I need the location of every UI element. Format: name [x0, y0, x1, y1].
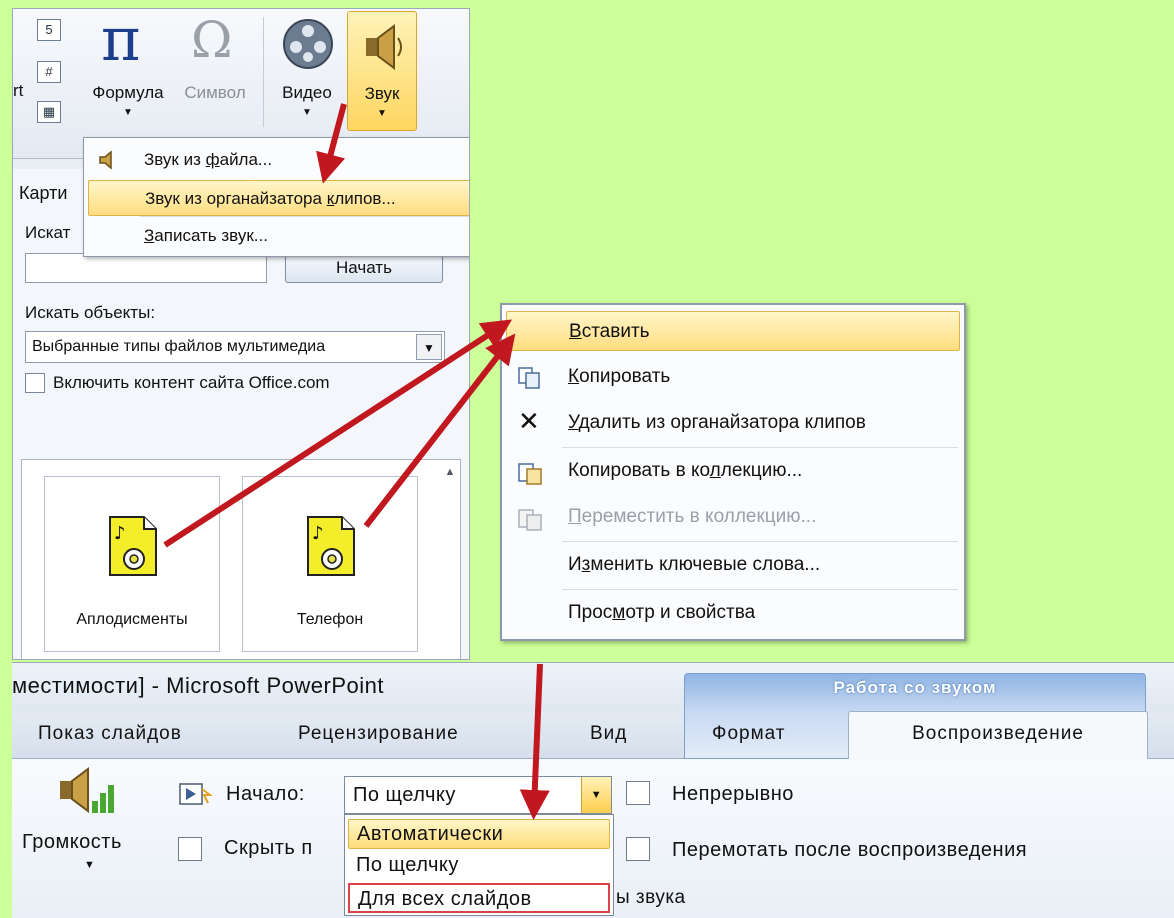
menu-separator [140, 216, 469, 217]
chevron-down-icon[interactable]: ▼ [84, 859, 95, 871]
menu-item-preview-properties[interactable]: Просмотр и свойства [506, 593, 960, 633]
start-options-list: Автоматически По щелчку Для всех слайдов [344, 814, 614, 916]
hide-label: Скрыть п [224, 837, 313, 859]
office-content-label: Включить контент сайта Office.com [53, 373, 330, 392]
menu-separator [562, 447, 958, 448]
playback-ribbon-panel: местимости] - Microsoft PowerPoint Показ… [12, 662, 1174, 918]
start-label: Начало: [226, 783, 305, 805]
copy-icon [516, 365, 542, 406]
start-select[interactable]: По щелчку ▼ [344, 776, 612, 814]
menu-item-sound-from-organizer[interactable]: Звук из органайзатора клипов... [88, 180, 469, 216]
clip-context-menu: Вставить Копировать ✕ Удалить из органай… [500, 303, 966, 641]
chevron-down-icon: ▼ [123, 107, 133, 118]
start-search-button[interactable]: Начать [285, 253, 443, 283]
dropdown-arrow-icon[interactable]: ▼ [416, 334, 442, 360]
slide-number-icon[interactable]: # [37, 61, 61, 83]
dropdown-arrow-icon[interactable]: ▼ [581, 777, 611, 813]
play-start-icon [179, 783, 212, 805]
menu-separator [562, 589, 958, 590]
sound-dropdown-menu: Звук из файла... Звук из органайзатора к… [83, 137, 469, 257]
speaker-icon [366, 24, 402, 70]
clip-item[interactable]: ♪ Телефон [242, 476, 418, 652]
menu-item-paste[interactable]: Вставить [506, 311, 960, 351]
volume-icon[interactable] [54, 765, 124, 821]
rewind-label: Перемотать после воспроизведения [672, 839, 1028, 861]
loop-checkbox[interactable] [626, 781, 650, 805]
chevron-down-icon: ▼ [302, 107, 312, 118]
clip-item[interactable]: ♪ Аплодисменты [44, 476, 220, 652]
search-label: Искат [25, 223, 71, 242]
menu-item-move-to-collection[interactable]: Переместить в коллекцию... [506, 497, 960, 537]
option-automatic[interactable]: Автоматически [348, 819, 610, 849]
hide-checkbox[interactable] [178, 837, 202, 861]
window-title: местимости] - Microsoft PowerPoint [12, 673, 384, 698]
insert-ribbon-panel: 5 # ▦ rt π Формула ▼ Ω Символ Видео ▼ Зв… [12, 8, 470, 660]
option-on-click[interactable]: По щелчку [348, 851, 610, 881]
svg-text:♪: ♪ [114, 523, 126, 544]
menu-item-copy-to-collection[interactable]: Копировать в коллекцию... [506, 451, 960, 491]
office-content-checkbox[interactable] [25, 373, 45, 393]
tab-slideshow[interactable]: Показ слайдов [38, 723, 182, 745]
scroll-up-icon[interactable]: ▲ [442, 466, 458, 482]
pane-title: Карти [19, 183, 68, 203]
ribbon-divider [263, 17, 264, 127]
video-button[interactable]: Видео ▼ [269, 11, 345, 131]
menu-item-sound-from-file[interactable]: Звук из файла... [88, 142, 469, 178]
sound-file-icon: ♪ [109, 516, 157, 576]
clip-results: ♪ Аплодисменты ♪ Телефон ▲ [21, 459, 461, 659]
audio-tools-title: Работа со звуком [833, 678, 997, 697]
media-types-select[interactable]: Выбранные типы файлов мультимедиа ▼ [25, 331, 445, 363]
menu-item-copy[interactable]: Копировать [506, 357, 960, 397]
menu-item-edit-keywords[interactable]: Изменить ключевые слова... [506, 545, 960, 585]
sound-button[interactable]: Звук ▼ [347, 11, 417, 131]
ribbon-partial-label: rt [13, 81, 24, 100]
search-input[interactable] [25, 253, 267, 283]
move-to-collection-icon [516, 505, 544, 548]
menu-separator [562, 541, 958, 542]
chevron-down-icon: ▼ [377, 108, 387, 119]
rewind-checkbox[interactable] [626, 837, 650, 861]
option-all-slides[interactable]: Для всех слайдов [348, 883, 610, 913]
tab-review[interactable]: Рецензирование [298, 723, 459, 745]
speaker-icon [96, 148, 118, 184]
delete-x-icon: ✕ [518, 406, 540, 436]
svg-text:♪: ♪ [312, 523, 324, 544]
symbol-button[interactable]: Ω Символ [175, 11, 255, 131]
object-icon[interactable]: ▦ [37, 101, 61, 123]
tab-format[interactable]: Формат [712, 723, 786, 745]
menu-item-record-sound[interactable]: Записать звук... [88, 218, 469, 254]
volume-label[interactable]: Громкость [22, 831, 122, 854]
tab-playback[interactable]: Воспроизведение [848, 711, 1148, 759]
tab-view[interactable]: Вид [590, 723, 627, 745]
smartart-small-icon[interactable]: 5 [37, 19, 61, 41]
menu-item-delete-from-organizer[interactable]: ✕ Удалить из органайзатора клипов [506, 403, 960, 443]
playback-ribbon: Громкость ▼ Начало: По щелчку ▼ Автомати… [12, 759, 1174, 918]
group-label-partial: ы звука [616, 887, 686, 908]
omega-icon: Ω [191, 11, 233, 69]
film-reel-icon [283, 19, 333, 69]
copy-to-collection-icon [516, 459, 544, 502]
sound-file-icon: ♪ [307, 516, 355, 576]
media-types-label: Искать объекты: [25, 303, 156, 322]
pi-icon: π [101, 8, 141, 75]
loop-label: Непрерывно [672, 783, 794, 805]
formula-button[interactable]: π Формула ▼ [83, 8, 173, 131]
